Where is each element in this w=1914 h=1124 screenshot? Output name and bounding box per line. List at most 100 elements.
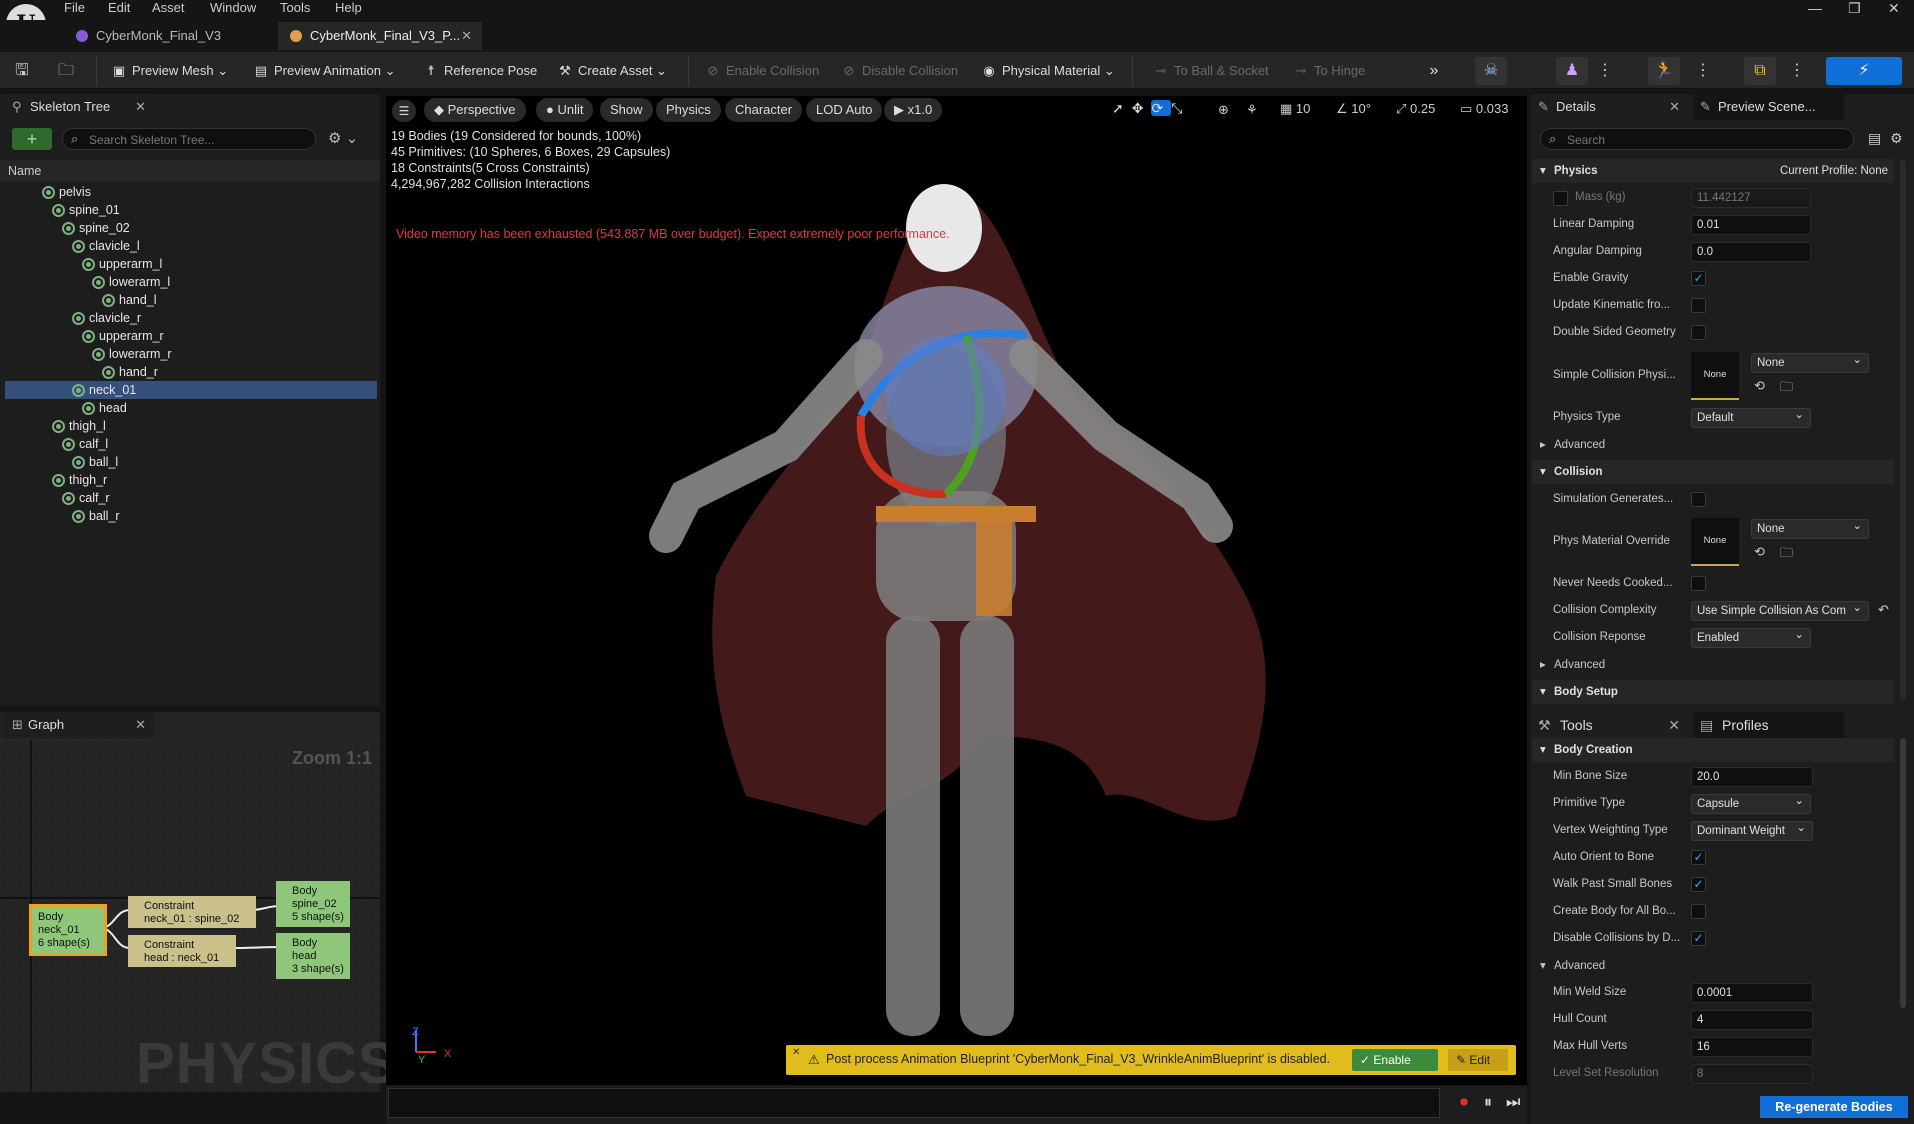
preview-scene-tab[interactable]: ✎ Preview Scene... — [1694, 94, 1844, 120]
bone-row-hand-l[interactable]: hand_l — [5, 291, 377, 309]
body-setup-section-header[interactable]: ▾ Body Setup — [1532, 680, 1894, 704]
reset-default-icon[interactable]: ↶ — [1878, 602, 1889, 618]
bone-row-thigh-r[interactable]: thigh_r — [5, 471, 377, 489]
translate-icon[interactable]: ✥ — [1132, 100, 1152, 116]
close-tab-icon[interactable]: ✕ — [461, 22, 472, 50]
phys-material-thumbnail[interactable]: None — [1691, 518, 1739, 566]
menu-tools[interactable]: Tools — [280, 0, 310, 16]
more-toolbar-icon[interactable]: » — [1418, 57, 1450, 85]
dismiss-icon[interactable]: ✕ — [792, 1047, 800, 1058]
details-search-input[interactable]: ⌕ Search — [1540, 128, 1854, 150]
collision-complexity-combo[interactable]: Use Simple Collision As Com — [1691, 601, 1869, 621]
tools-scrollbar[interactable] — [1900, 738, 1906, 1008]
auto-orient-checkbox[interactable]: ✓ — [1691, 850, 1706, 865]
maximize-icon[interactable]: ❐ — [1848, 0, 1861, 17]
physics-mode-icon[interactable]: ⚡ — [1826, 57, 1902, 85]
surface-snap-icon[interactable]: ⚘ — [1246, 102, 1258, 118]
bone-row-ball-l[interactable]: ball_l — [5, 453, 377, 471]
unlit-button[interactable]: ● Unlit — [536, 98, 594, 122]
disable-collision-button[interactable]: ⊘ Disable Collision — [840, 58, 959, 84]
disable-collisions-checkbox[interactable]: ✓ — [1691, 931, 1706, 946]
details-scrollbar[interactable] — [1900, 160, 1906, 700]
play-speed-button[interactable]: ▶ x1.0 — [884, 98, 943, 122]
settings-gear-icon[interactable]: ⚙ ⌄ — [328, 128, 364, 150]
step-forward-icon[interactable]: ⏭ — [1506, 1094, 1520, 1112]
bone-row-head[interactable]: head — [5, 399, 377, 417]
edit-blueprint-button[interactable]: ✎ Edit — [1448, 1049, 1508, 1071]
options-kebab-icon[interactable]: ⋮ — [1596, 57, 1614, 85]
menu-help[interactable]: Help — [335, 0, 362, 16]
menu-window[interactable]: Window — [210, 0, 256, 16]
tools-tab[interactable]: ⚒ Tools ✕ — [1532, 712, 1688, 738]
pause-icon[interactable]: ⏸ — [1484, 1094, 1492, 1112]
close-window-icon[interactable]: ✕ — [1888, 0, 1900, 17]
angle-snap-button[interactable]: ∠ 10° — [1336, 101, 1371, 117]
skeleton-search-input[interactable]: ⌕ Search Skeleton Tree... — [62, 128, 316, 150]
bone-row-ball-r[interactable]: ball_r — [5, 507, 377, 525]
bone-row-upperarm-r[interactable]: upperarm_r — [5, 327, 377, 345]
use-selected-icon[interactable]: ⟲ — [1754, 544, 1765, 560]
doc-tab-skeleton[interactable]: CyberMonk_Final_V3 — [64, 22, 274, 50]
mass-field[interactable]: 11.442127 — [1691, 188, 1811, 208]
physical-material-button[interactable]: ◉ Physical Material ⌄ — [980, 58, 1114, 84]
collision-response-combo[interactable]: Enabled — [1691, 628, 1811, 648]
graph-tab[interactable]: ⊞ Graph ✕ — [4, 712, 154, 738]
use-selected-icon[interactable]: ⟲ — [1754, 378, 1765, 394]
camera-speed-button[interactable]: ▭ 0.033 — [1460, 101, 1508, 117]
minimize-icon[interactable]: — — [1808, 0, 1822, 16]
bone-row-pelvis[interactable]: pelvis — [5, 183, 377, 201]
collision-advanced-toggle[interactable]: ▸ Advanced — [1532, 653, 1894, 677]
walk-past-checkbox[interactable]: ✓ — [1691, 877, 1706, 892]
double-sided-checkbox[interactable] — [1691, 325, 1706, 340]
primitive-type-combo[interactable]: Capsule — [1691, 794, 1811, 814]
show-button[interactable]: Show — [600, 98, 653, 122]
graph-node-body-head[interactable]: Body head 3 shape(s) — [276, 933, 350, 979]
timeline-scrubber[interactable] — [388, 1088, 1440, 1118]
body-creation-section-header[interactable]: ▾ Body Creation — [1532, 738, 1894, 762]
close-panel-icon[interactable]: ✕ — [135, 712, 146, 738]
viewport[interactable] — [386, 96, 1527, 1085]
enable-blueprint-button[interactable]: ✓ Enable — [1352, 1049, 1438, 1071]
animation-mode-icon[interactable]: 🏃 — [1648, 57, 1680, 85]
physics-button[interactable]: Physics — [656, 98, 721, 122]
bone-row-spine-01[interactable]: spine_01 — [5, 201, 377, 219]
scale-snap-button[interactable]: ⤢ 0.25 — [1396, 101, 1435, 117]
perspective-button[interactable]: ◆ Perspective — [424, 98, 526, 122]
bone-row-hand-r[interactable]: hand_r — [5, 363, 377, 381]
vertex-weighting-combo[interactable]: Dominant Weight — [1691, 821, 1813, 841]
enable-gravity-checkbox[interactable]: ✓ — [1691, 271, 1706, 286]
skeleton-tree-tab[interactable]: ⚲ Skeleton Tree ✕ — [4, 94, 154, 120]
linear-damping-field[interactable]: 0.01 — [1691, 215, 1811, 235]
hull-count-field[interactable]: 4 — [1691, 1010, 1813, 1030]
graph-node-body-neck[interactable]: Body neck_01 6 shape(s) — [29, 904, 107, 956]
options-kebab-icon-3[interactable]: ⋮ — [1788, 57, 1806, 85]
to-ball-socket-button[interactable]: ⊸ To Ball & Socket — [1152, 58, 1269, 84]
details-tab[interactable]: ✎ Details ✕ — [1532, 94, 1688, 120]
menu-asset[interactable]: Asset — [152, 0, 185, 16]
skeleton-mode-icon[interactable]: ☠ — [1475, 57, 1507, 85]
character-button[interactable]: Character — [725, 98, 803, 122]
collision-section-header[interactable]: ▾ Collision — [1532, 460, 1894, 484]
simulation-generates-checkbox[interactable] — [1691, 492, 1706, 507]
physics-advanced-toggle[interactable]: ▸ Advanced — [1532, 433, 1894, 457]
grid-snap-button[interactable]: ▦ 10 — [1280, 101, 1310, 117]
browse-asset-icon[interactable]: 🗀 — [1780, 378, 1793, 400]
lod-button[interactable]: LOD Auto — [806, 98, 883, 122]
bone-row-neck-01[interactable]: neck_01 — [5, 381, 377, 399]
bone-row-thigh-l[interactable]: thigh_l — [5, 417, 377, 435]
min-weld-size-field[interactable]: 0.0001 — [1691, 983, 1813, 1003]
bone-row-calf-r[interactable]: calf_r — [5, 489, 377, 507]
bone-row-clavicle-l[interactable]: clavicle_l — [5, 237, 377, 255]
close-panel-icon[interactable]: ✕ — [1668, 712, 1680, 738]
preview-animation-button[interactable]: ▤ Preview Animation ⌄ — [252, 58, 396, 84]
settings-gear-icon[interactable]: ⚙ — [1890, 130, 1903, 147]
menu-file[interactable]: File — [64, 0, 85, 16]
table-view-icon[interactable]: ▤ — [1868, 130, 1881, 147]
graph-node-body-spine[interactable]: Body spine_02 5 shape(s) — [276, 881, 350, 927]
to-hinge-button[interactable]: ⊸ To Hinge — [1292, 58, 1366, 84]
physics-section-header[interactable]: ▾ Physics Current Profile: None — [1532, 159, 1894, 183]
world-local-icon[interactable]: ⊕ — [1218, 102, 1229, 118]
blueprint-mode-icon[interactable]: ⧉ — [1744, 57, 1776, 85]
bone-row-lowerarm-l[interactable]: lowerarm_l — [5, 273, 377, 291]
graph-node-constraint-head-neck[interactable]: Constraint head : neck_01 — [128, 935, 236, 967]
